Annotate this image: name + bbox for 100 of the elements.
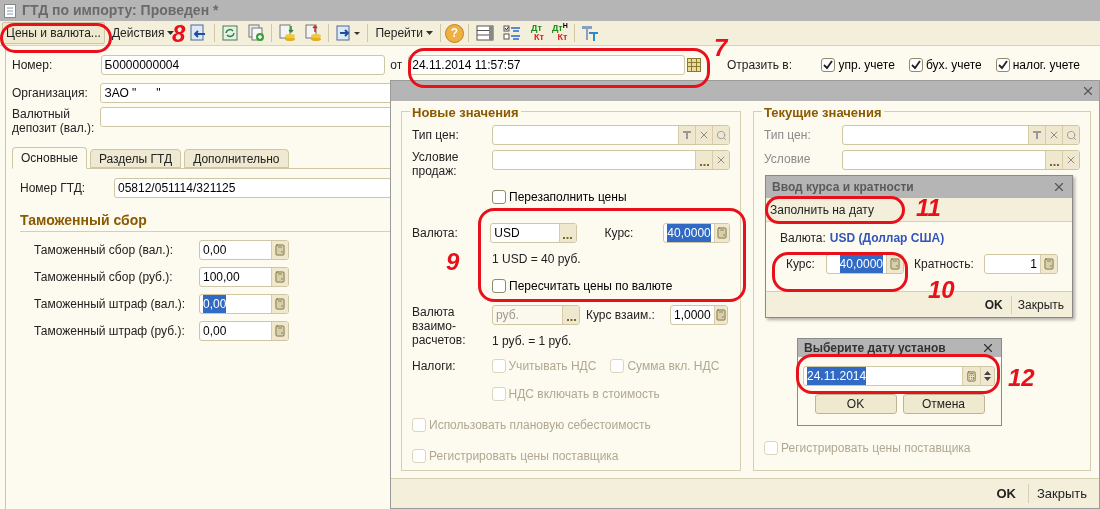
calculator-icon[interactable] xyxy=(271,322,288,340)
calculator-icon[interactable] xyxy=(713,306,727,324)
input-field[interactable]: 40,0000 xyxy=(663,223,730,243)
field-label: Номер ГТД: xyxy=(20,179,87,197)
input-field[interactable]: 0,00 xyxy=(199,321,289,341)
clear-icon[interactable] xyxy=(695,126,712,144)
input-field[interactable] xyxy=(841,150,1080,170)
dialog-title: Ввод курса и кратности xyxy=(772,179,914,196)
rate-text: 1 руб. = 1 руб. xyxy=(492,333,573,350)
calculator-icon[interactable] xyxy=(713,224,729,242)
field-label: Условие продаж: xyxy=(412,150,460,178)
search-icon[interactable] xyxy=(1062,126,1079,144)
annotation-number: 9 xyxy=(446,250,460,274)
input-field[interactable]: 0,00 xyxy=(199,294,289,314)
input-field[interactable]: 100,00 xyxy=(199,267,289,287)
input-field[interactable] xyxy=(491,125,730,145)
calculator-icon[interactable] xyxy=(271,268,288,286)
dialog-button[interactable]: OK xyxy=(982,295,1005,314)
input-field[interactable]: USD xyxy=(490,223,577,243)
field-label: Организация: xyxy=(12,84,89,102)
field-label: Тип цен: xyxy=(764,127,812,144)
dialog-button[interactable]: OK xyxy=(992,483,1020,504)
calculator-icon[interactable] xyxy=(271,241,288,259)
calculator-icon[interactable] xyxy=(1040,255,1057,273)
clear-icon[interactable] xyxy=(1062,151,1079,169)
field-label: Условие xyxy=(764,151,812,168)
clear-icon[interactable] xyxy=(712,151,729,169)
calculator-icon[interactable] xyxy=(886,255,903,273)
field-label: Таможенный штраф (руб.): xyxy=(34,323,186,340)
clear-icon[interactable] xyxy=(1045,126,1062,144)
text-type-icon[interactable] xyxy=(1028,126,1045,144)
dialog-button[interactable]: Отмена xyxy=(902,394,985,414)
tab[interactable]: Дополнительно xyxy=(184,149,289,168)
tab[interactable]: Основные xyxy=(12,147,87,169)
input-field[interactable]: 0,00 xyxy=(199,240,289,260)
annotation-number: 11 xyxy=(916,196,941,220)
calculator-icon[interactable] xyxy=(271,295,288,313)
search-icon[interactable] xyxy=(712,126,729,144)
annotation-number: 8 xyxy=(172,22,186,46)
field-label: Валюта взаимо- расчетов: xyxy=(412,305,467,347)
select-button[interactable] xyxy=(695,151,712,169)
field-label: Валюта: xyxy=(780,230,826,247)
field-label: Тип цен: xyxy=(412,127,460,144)
field-label: Курс: xyxy=(604,225,635,242)
field-label: Отразить в: xyxy=(726,56,793,74)
field-label: Номер: xyxy=(12,56,54,74)
dialog-button[interactable]: Закрыть xyxy=(1027,483,1091,504)
checkbox[interactable]: Перезаполнить цены xyxy=(492,188,730,206)
window-title: ГТД по импорту: Проведен * xyxy=(22,1,219,20)
field-label: Курс взаим.: xyxy=(586,307,656,324)
rate-text: 1 USD = 40 руб. xyxy=(492,251,582,268)
input-field[interactable] xyxy=(841,125,1080,145)
calendar-icon[interactable] xyxy=(686,57,701,72)
prices-button[interactable]: Цены и валюта... xyxy=(2,22,105,44)
checkmark-icon xyxy=(823,59,834,70)
input-field[interactable]: Б0000000004 xyxy=(100,54,386,75)
field-label: от xyxy=(390,56,403,74)
field-label: Таможенный сбор (вал.): xyxy=(34,242,174,259)
close-icon[interactable] xyxy=(1081,84,1095,98)
caret-icon xyxy=(426,31,433,35)
field-label: Таможенный сбор (руб.): xyxy=(34,269,174,286)
posting-button[interactable]: Дт Кт xyxy=(527,24,546,42)
checkbox[interactable]: упр. учете xyxy=(821,55,895,74)
field-label: Курс: xyxy=(785,256,816,273)
select-button[interactable] xyxy=(558,224,576,242)
document-icon xyxy=(4,3,16,18)
section-title: Таможенный сбор xyxy=(20,212,147,228)
annotation-number: 7 xyxy=(714,36,728,60)
checklist-icon[interactable] xyxy=(501,23,523,43)
input-field[interactable]: 40,0000 xyxy=(826,254,904,274)
field-label: Налоги: xyxy=(412,358,457,375)
select-button[interactable] xyxy=(1045,151,1062,169)
checkbox[interactable]: бух. учете xyxy=(908,55,982,74)
menu-button[interactable]: Перейти xyxy=(372,22,436,44)
table-icon[interactable] xyxy=(473,23,497,43)
field-label: Валюта: xyxy=(412,225,459,242)
close-icon[interactable] xyxy=(981,341,995,355)
field-label: Кратность: xyxy=(914,256,975,273)
annotation-number: 12 xyxy=(1008,366,1035,390)
annotation-number: 10 xyxy=(928,278,955,302)
checkbox[interactable]: Пересчитать цены по валюте xyxy=(492,277,730,295)
spin-icon[interactable] xyxy=(980,367,994,385)
dialog-title: Выберите дату установ xyxy=(804,340,946,357)
checkbox[interactable]: налог. учете xyxy=(995,55,1080,74)
input-field[interactable]: 1 xyxy=(984,254,1058,274)
currency-name: USD (Доллар США) xyxy=(829,230,945,247)
input-field[interactable]: 1,0000 xyxy=(670,305,728,325)
checkmark-icon xyxy=(910,59,921,70)
checkmark-icon xyxy=(997,59,1008,70)
input-field[interactable]: 24.11.2014 xyxy=(803,366,995,386)
text-type-icon[interactable] xyxy=(678,126,695,144)
dialog-button[interactable]: OK xyxy=(814,394,897,414)
field-label: Валютный депозит (вал.): xyxy=(12,107,96,135)
close-icon[interactable] xyxy=(1052,180,1066,194)
input-field[interactable]: 24.11.2014 11:57:57 xyxy=(408,54,685,75)
posting-button[interactable]: Дт$^{Н}$ Кт xyxy=(549,24,570,42)
input-field[interactable] xyxy=(491,150,730,170)
dialog-button[interactable]: Закрыть xyxy=(1010,295,1066,314)
tab[interactable]: Разделы ГТД xyxy=(89,149,182,168)
field-label: Таможенный штраф (вал.): xyxy=(34,296,187,313)
